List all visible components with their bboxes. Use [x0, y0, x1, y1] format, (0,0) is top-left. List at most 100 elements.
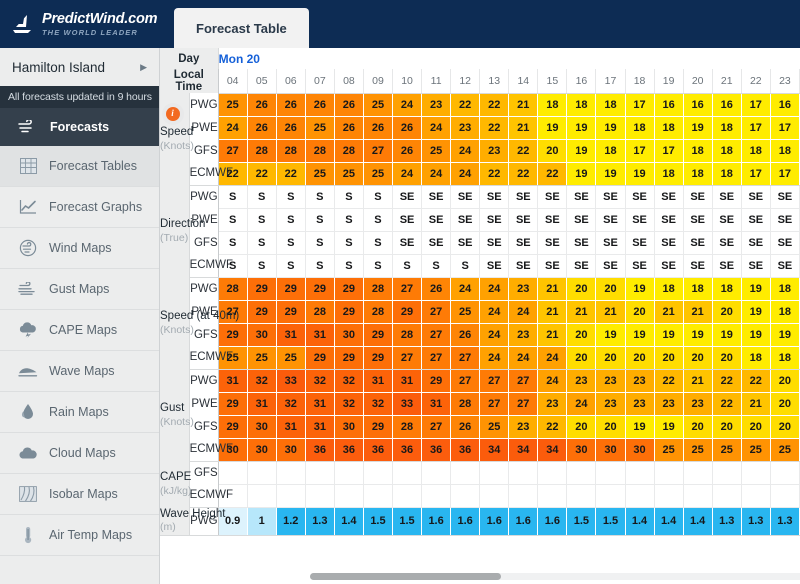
- info-icon[interactable]: i: [161, 103, 184, 125]
- cell-speed-at-40m-ecmwf-07: 29: [305, 346, 335, 370]
- cell-direction-ecmwf-21: SE: [712, 254, 742, 278]
- sidebar-item-isobar-maps[interactable]: Isobar Maps: [0, 474, 159, 515]
- sidebar-section-forecasts[interactable]: Forecasts: [0, 108, 159, 146]
- cell-speed-gfs-05: 28: [247, 139, 277, 163]
- tab-forecast-table[interactable]: Forecast Table: [174, 8, 309, 48]
- cell-gust-gfs-07: 31: [305, 415, 335, 439]
- cell-direction-gfs-04: S: [218, 231, 248, 255]
- cell-speed-at-40m-pwe-22: 19: [741, 300, 771, 324]
- brand-logo-area[interactable]: PredictWind.com THE WORLD LEADER: [0, 0, 160, 48]
- cell-speed-at-40m-ecmwf-19: 20: [654, 346, 684, 370]
- cell-wave-height-pwg-17: 1.5: [595, 507, 626, 536]
- cell-direction-pwg-09: S: [363, 185, 394, 209]
- cell-direction-pwg-15: SE: [537, 185, 568, 209]
- cell-speed-at-40m-gfs-15: 21: [537, 323, 568, 347]
- cell-direction-gfs-12: SE: [450, 231, 481, 255]
- cell-speed-pwe-23: 17: [770, 116, 800, 140]
- cell-speed-pwg-13: 22: [479, 93, 510, 117]
- cell-speed-at-40m-ecmwf-21: 20: [712, 346, 742, 370]
- sidebar-item-gust-maps[interactable]: Gust Maps: [0, 269, 159, 310]
- cell-direction-pwe-07: S: [305, 208, 335, 232]
- cell-direction-pwe-16: SE: [566, 208, 597, 232]
- raindrop-icon: [18, 402, 38, 422]
- cell-speed-at-40m-pwg-18: 19: [625, 277, 655, 301]
- cell-cape-gfs-21: [712, 461, 742, 485]
- sidebar-item-wind-maps[interactable]: Wind Maps: [0, 228, 159, 269]
- cell-speed-pwg-11: 23: [421, 93, 452, 117]
- sidebar-item-air-temp-maps[interactable]: Air Temp Maps: [0, 515, 159, 556]
- cell-speed-at-40m-gfs-22: 19: [741, 323, 771, 347]
- sidebar-item-rain-maps[interactable]: Rain Maps: [0, 392, 159, 433]
- cell-speed-gfs-19: 17: [654, 139, 684, 163]
- sidebar-item-cape-maps[interactable]: CAPE Maps: [0, 310, 159, 351]
- cell-speed-pwe-16: 19: [566, 116, 597, 140]
- cell-gust-gfs-09: 29: [363, 415, 394, 439]
- cell-speed-at-40m-gfs-06: 31: [276, 323, 306, 347]
- cell-speed-pwe-14: 21: [508, 116, 539, 140]
- cell-wave-height-pwg-13: 1.6: [479, 507, 510, 536]
- cell-speed-gfs-06: 28: [276, 139, 306, 163]
- sidebar-item-label: Cloud Maps: [49, 446, 116, 460]
- cell-wave-height-pwg-22: 1.3: [741, 507, 771, 536]
- cell-speed-at-40m-pwe-17: 21: [595, 300, 626, 324]
- cell-cape-ecmwf-08: [334, 484, 364, 508]
- table-row: ECMWF: [160, 484, 800, 508]
- cell-cape-ecmwf-12: [450, 484, 481, 508]
- cell-gust-pwe-06: 32: [276, 392, 306, 416]
- cell-speed-at-40m-gfs-11: 27: [421, 323, 452, 347]
- cell-cape-gfs-07: [305, 461, 335, 485]
- model-label-ecmwf: ECMWF: [189, 484, 233, 508]
- cell-direction-pwe-06: S: [276, 208, 306, 232]
- tab-bar: Forecast Table: [160, 0, 309, 48]
- table-grid-icon: [18, 156, 38, 176]
- cell-direction-pwg-23: SE: [770, 185, 800, 209]
- cell-cape-gfs-17: [595, 461, 626, 485]
- time-column-header-09: 09: [363, 69, 394, 94]
- cell-direction-ecmwf-17: SE: [595, 254, 626, 278]
- cell-speed-gfs-11: 25: [421, 139, 452, 163]
- cell-wave-height-pwg-20: 1.4: [683, 507, 713, 536]
- cell-cape-gfs-06: [276, 461, 306, 485]
- cell-gust-pwe-15: 23: [537, 392, 568, 416]
- cell-direction-pwe-22: SE: [741, 208, 771, 232]
- cell-direction-pwg-16: SE: [566, 185, 597, 209]
- location-selector[interactable]: Hamilton Island ▶: [0, 48, 159, 86]
- cell-speed-pwe-19: 18: [654, 116, 684, 140]
- time-column-header-21: 21: [712, 69, 742, 94]
- cell-wave-height-pwg-05: 1: [247, 507, 277, 536]
- cell-speed-at-40m-gfs-12: 26: [450, 323, 481, 347]
- cell-speed-ecmwf-19: 18: [654, 162, 684, 186]
- sidebar-item-forecast-graphs[interactable]: Forecast Graphs: [0, 187, 159, 228]
- cell-speed-gfs-15: 20: [537, 139, 568, 163]
- cell-speed-at-40m-ecmwf-15: 24: [537, 346, 568, 370]
- table-row: Direction (True) PWG S S S S S S SE SE SE SE SE SE SE SE…: [160, 185, 800, 277]
- scrollbar-thumb[interactable]: [310, 573, 501, 580]
- model-label-gfs: GFS: [189, 461, 219, 484]
- table-row: GFS 27 28 28 28 28 27 26 25 24 23 22 20 19 18 17 17 18 18 1…: [160, 139, 800, 163]
- cell-direction-gfs-22: SE: [741, 231, 771, 255]
- sidebar-item-forecast-tables[interactable]: Forecast Tables: [0, 146, 159, 187]
- cell-cape-gfs-12: [450, 461, 481, 485]
- cell-cape-gfs-15: [537, 461, 568, 485]
- table-row: GFS 29 30 31 31 30 29 28 27 26 24 23 21 20 19 19 19 19 19 1…: [160, 323, 800, 347]
- cell-speed-pwg-18: 17: [625, 93, 655, 117]
- cell-speed-pwe-18: 18: [625, 116, 655, 140]
- cell-speed-at-40m-ecmwf-18: 20: [625, 346, 655, 370]
- cell-gust-ecmwf-23: 25: [770, 438, 800, 462]
- cell-speed-at-40m-gfs-08: 30: [334, 323, 364, 347]
- cell-speed-pwg-23: 16: [770, 93, 800, 117]
- cell-gust-ecmwf-11: 36: [421, 438, 452, 462]
- cell-speed-at-40m-gfs-14: 23: [508, 323, 539, 347]
- cell-wave-height-pwg-09: 1.5: [363, 507, 394, 536]
- cell-speed-pwe-07: 25: [305, 116, 335, 140]
- sidebar-item-cloud-maps[interactable]: Cloud Maps: [0, 433, 159, 474]
- sidebar-item-wave-maps[interactable]: Wave Maps: [0, 351, 159, 392]
- time-column-header-17: 17: [595, 69, 626, 94]
- group-name: Speed (at 40m): [160, 310, 239, 323]
- horizontal-scrollbar[interactable]: [310, 573, 800, 580]
- cell-speed-pwg-06: 26: [276, 93, 306, 117]
- cell-gust-gfs-17: 20: [595, 415, 626, 439]
- model-label-pwg: PWG: [189, 277, 219, 300]
- cell-gust-ecmwf-19: 25: [654, 438, 684, 462]
- time-column-header-14: 14: [508, 69, 539, 94]
